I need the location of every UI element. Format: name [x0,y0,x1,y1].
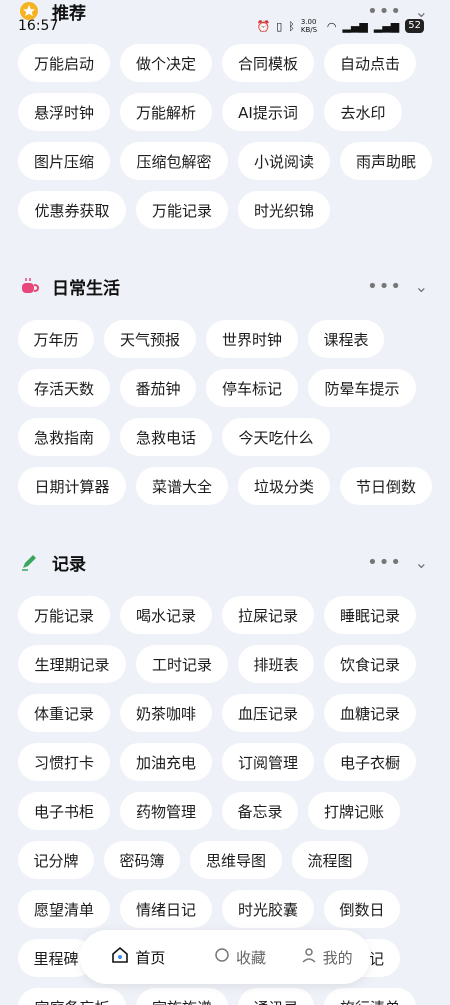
tool-chip[interactable]: 悬浮时钟 [18,93,110,131]
pen-icon [18,551,40,573]
tool-chip[interactable]: 番茄钟 [120,369,196,407]
tool-chip[interactable]: 图片压缩 [18,142,110,180]
nav-favorites-label: 收藏 [235,948,266,967]
tool-chip[interactable]: 菜谱大全 [136,467,228,505]
tool-chip[interactable]: 压缩包解密 [120,142,228,180]
tool-chip[interactable]: 防晕车提示 [308,369,416,407]
tool-chip[interactable]: 急救指南 [18,418,110,456]
tool-chip[interactable]: 奶茶咖啡 [120,694,212,732]
chevron-down-icon[interactable]: ⌄ [415,553,428,572]
user-icon [301,947,317,967]
tool-chip[interactable]: 旅行清单 [324,988,416,1005]
tool-chip[interactable]: 雨声助眠 [340,142,432,180]
tool-chip[interactable]: 电子书柜 [18,792,110,830]
star-icon [18,0,40,22]
tool-chip[interactable]: 合同模板 [222,44,314,82]
tool-chip[interactable]: AI提示词 [222,93,314,131]
tool-chip[interactable]: 电子衣橱 [324,743,416,781]
tool-chip[interactable]: 打牌记账 [308,792,400,830]
tool-chip[interactable]: 情绪日记 [120,890,212,928]
tool-chip[interactable]: 倒数日 [324,890,400,928]
tool-chip[interactable]: 课程表 [308,320,384,358]
section-header-record: 记录 ••• ⌄ [18,547,432,577]
nav-home-label: 首页 [135,948,166,967]
tool-chip[interactable]: 天气预报 [104,320,196,358]
tool-chip[interactable]: 家族族谱 [136,988,228,1005]
tool-chip[interactable]: 小说阅读 [238,142,330,180]
tool-chip[interactable]: 日期计算器 [18,467,126,505]
tool-chip[interactable]: 时光胶囊 [222,890,314,928]
tool-chip[interactable]: 体重记录 [18,694,110,732]
tool-chip[interactable]: 优惠券获取 [18,191,126,229]
tool-chip[interactable]: 记分牌 [18,841,94,879]
section-title-daily: 日常生活 [52,278,120,299]
nav-favorites[interactable]: 收藏 [214,947,266,968]
more-icon[interactable]: ••• [367,552,402,573]
tool-chip[interactable]: 存活天数 [18,369,110,407]
tool-chip[interactable]: 今天吃什么 [222,418,330,456]
tool-chip[interactable]: 时光织锦 [238,191,330,229]
tool-chip[interactable]: 加油充电 [120,743,212,781]
tool-chip[interactable]: 节日倒数 [340,467,432,505]
tool-chip[interactable]: 订阅管理 [222,743,314,781]
tool-chip[interactable]: 做个决定 [120,44,212,82]
nav-mine-label: 我的 [322,948,353,967]
cup-icon [18,275,40,297]
favorites-icon [214,947,230,967]
nav-home[interactable]: 首页 [97,938,180,976]
tool-chip[interactable]: 流程图 [292,841,368,879]
more-icon[interactable]: ••• [367,276,402,297]
recommend-grid: 万能启动 做个决定 合同模板 自动点击 悬浮时钟 万能解析 AI提示词 去水印 … [18,44,432,240]
tool-chip[interactable]: 去水印 [324,93,402,131]
tool-chip[interactable]: 习惯打卡 [18,743,110,781]
tool-chip[interactable]: 愿望清单 [18,890,110,928]
section-header-daily: 日常生活 ••• ⌄ [18,271,432,301]
tool-chip[interactable]: 密码簿 [104,841,180,879]
tool-chip[interactable]: 睡眠记录 [324,596,416,634]
tool-chip[interactable]: 万年历 [18,320,94,358]
tool-chip[interactable]: 万能启动 [18,44,110,82]
tool-chip[interactable]: 万能记录 [136,191,228,229]
tool-chip[interactable]: 万能解析 [120,93,212,131]
tool-chip[interactable]: 备忘录 [222,792,298,830]
section-title-record: 记录 [52,554,86,575]
tool-chip[interactable]: 急救电话 [120,418,212,456]
tool-chip[interactable]: 停车标记 [206,369,298,407]
tool-chip[interactable]: 通讯录 [238,988,314,1005]
tool-chip[interactable]: 垃圾分类 [238,467,330,505]
tool-chip[interactable]: 血压记录 [222,694,314,732]
chevron-down-icon[interactable]: ⌄ [415,277,428,296]
bottom-nav: 首页 收藏 我的 [80,930,370,984]
tool-chip[interactable]: 思维导图 [190,841,282,879]
tool-chip[interactable]: 生理期记录 [18,645,126,683]
home-icon [111,946,129,968]
tool-chip[interactable]: 拉屎记录 [222,596,314,634]
section-title-recommend: 推荐 [52,3,86,24]
tool-chip[interactable]: 工时记录 [136,645,228,683]
tool-chip[interactable]: 药物管理 [120,792,212,830]
tool-chip[interactable]: 万能记录 [18,596,110,634]
tool-chip[interactable]: 世界时钟 [206,320,298,358]
chevron-down-icon[interactable]: ⌄ [415,2,428,21]
tool-chip[interactable]: 家庭备忘板 [18,988,126,1005]
tool-chip[interactable]: 排班表 [238,645,314,683]
daily-grid: 万年历 天气预报 世界时钟 课程表 存活天数 番茄钟 停车标记 防晕车提示 急救… [18,320,432,516]
section-header-recommend: 推荐 ••• ⌄ [18,0,432,26]
tool-chip[interactable]: 喝水记录 [120,596,212,634]
tool-chip[interactable]: 自动点击 [324,44,416,82]
nav-mine[interactable]: 我的 [301,947,353,968]
tool-chip[interactable]: 血糖记录 [324,694,416,732]
more-icon[interactable]: ••• [367,1,402,22]
tool-chip[interactable]: 饮食记录 [324,645,416,683]
